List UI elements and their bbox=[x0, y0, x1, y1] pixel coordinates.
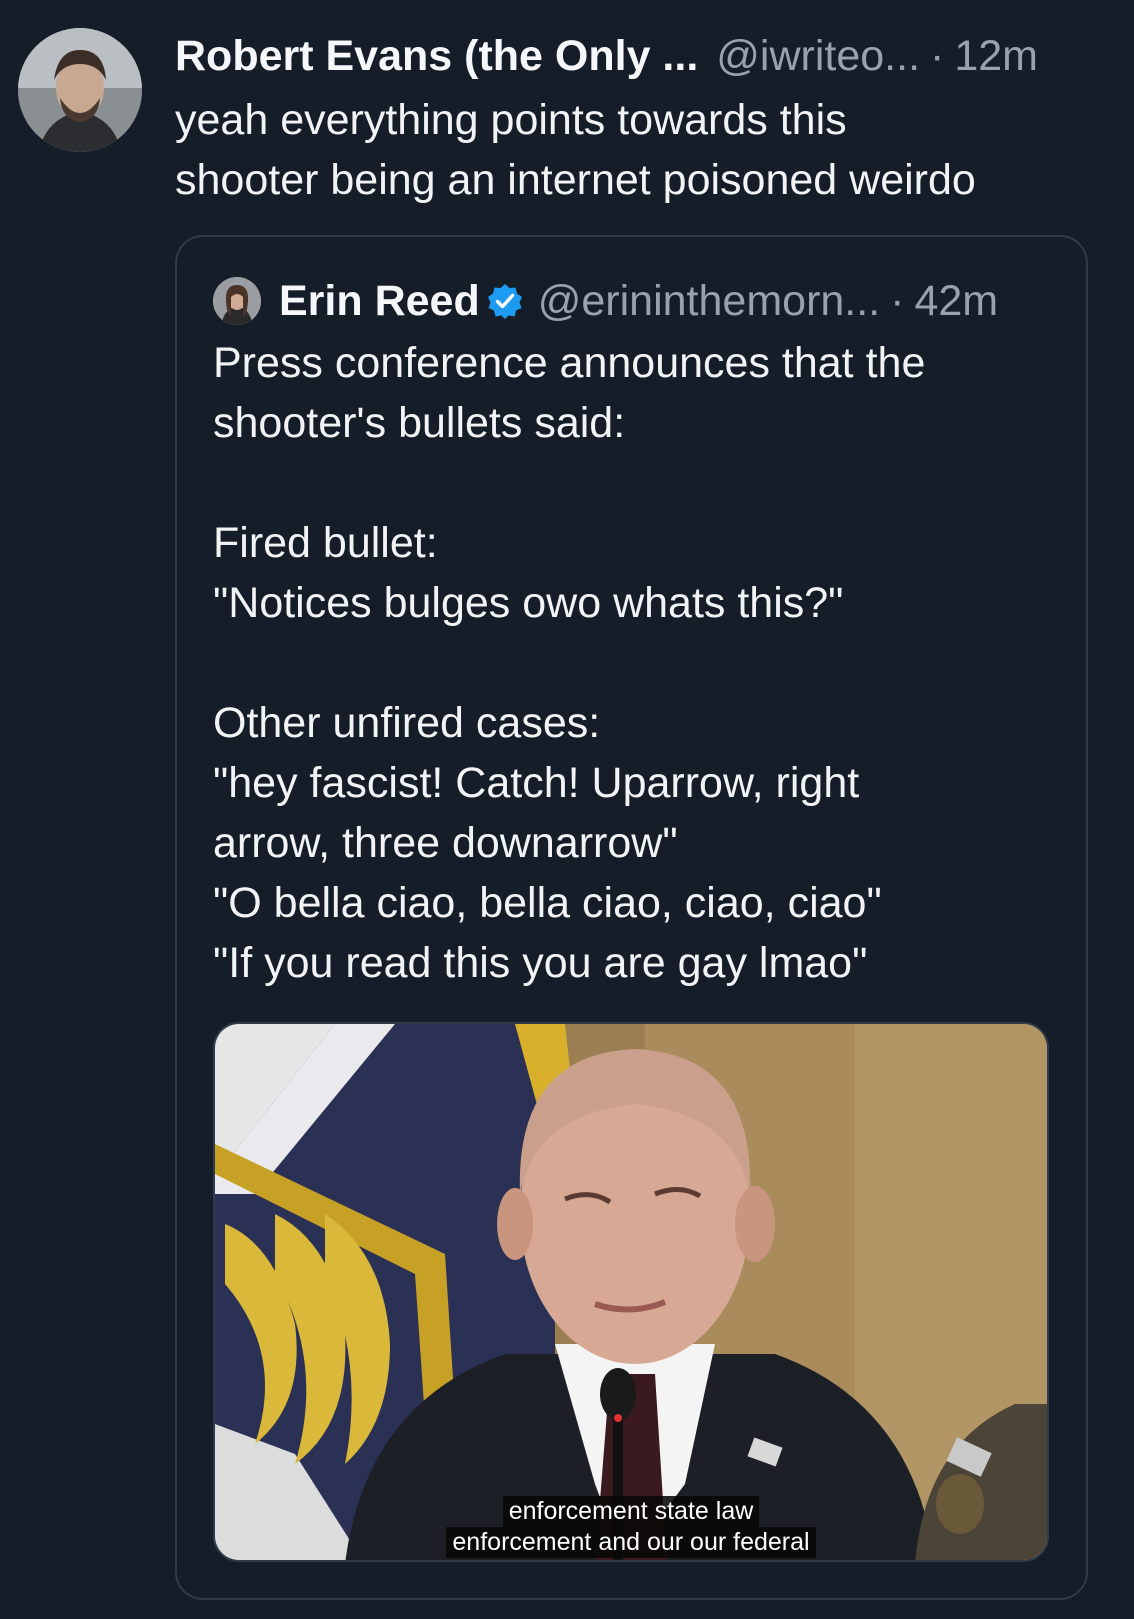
quoted-author-avatar[interactable] bbox=[213, 277, 261, 325]
verified-badge-icon bbox=[486, 282, 524, 320]
press-conference-image bbox=[215, 1024, 1047, 1560]
author-handle[interactable]: @iwriteo... bbox=[716, 32, 920, 81]
quoted-text-blank-line bbox=[213, 453, 1053, 513]
post-timestamp[interactable]: 12m bbox=[954, 32, 1038, 81]
caption-line: enforcement state law bbox=[502, 1496, 760, 1527]
quoted-post-timestamp[interactable]: 42m bbox=[914, 277, 998, 326]
post-text-line: yeah everything points towards this bbox=[175, 96, 847, 144]
quoted-text-line: Other unfired cases: bbox=[213, 699, 601, 747]
separator-dot: · bbox=[930, 31, 945, 80]
quoted-author-handle[interactable]: @erininthemorn... bbox=[538, 277, 880, 326]
quoted-post-header: Erin Reed @erininthemorn... · 42m bbox=[279, 271, 1069, 331]
author-avatar[interactable] bbox=[18, 28, 142, 152]
post: Robert Evans (the Only ... @iwriteo... ·… bbox=[0, 0, 1134, 1619]
quoted-text-line: "Notices bulges owo whats this?" bbox=[213, 579, 844, 627]
quoted-text-line: "If you read this you are gay lmao" bbox=[213, 939, 868, 987]
post-text: yeah everything points towards this shoo… bbox=[175, 90, 1095, 210]
quoted-author-name[interactable]: Erin Reed bbox=[279, 277, 480, 326]
quoted-text-blank-line bbox=[213, 633, 1053, 693]
quoted-text-line: "O bella ciao, bella ciao, ciao, ciao" bbox=[213, 879, 882, 927]
author-name[interactable]: Robert Evans (the Only ... bbox=[175, 32, 698, 81]
quoted-text-line: Press conference announces that the bbox=[213, 339, 926, 387]
quoted-text-line: "hey fascist! Catch! Uparrow, right bbox=[213, 759, 860, 807]
quoted-post[interactable]: Erin Reed @erininthemorn... · 42m Press … bbox=[175, 235, 1088, 1600]
quoted-text-line: shooter's bullets said: bbox=[213, 399, 626, 447]
post-text-line: shooter being an internet poisoned weird… bbox=[175, 156, 976, 204]
separator-dot: · bbox=[890, 276, 905, 325]
quoted-post-text: Press conference announces that the shoo… bbox=[213, 333, 1053, 993]
video-captions: enforcement state law enforcement and ou… bbox=[215, 1496, 1047, 1558]
quoted-text-line: arrow, three downarrow" bbox=[213, 819, 678, 867]
video-thumbnail[interactable]: enforcement state law enforcement and ou… bbox=[213, 1022, 1049, 1562]
quoted-text-line: Fired bullet: bbox=[213, 519, 438, 567]
caption-line: enforcement and our our federal bbox=[446, 1527, 816, 1558]
post-header: Robert Evans (the Only ... @iwriteo... ·… bbox=[175, 28, 1095, 84]
